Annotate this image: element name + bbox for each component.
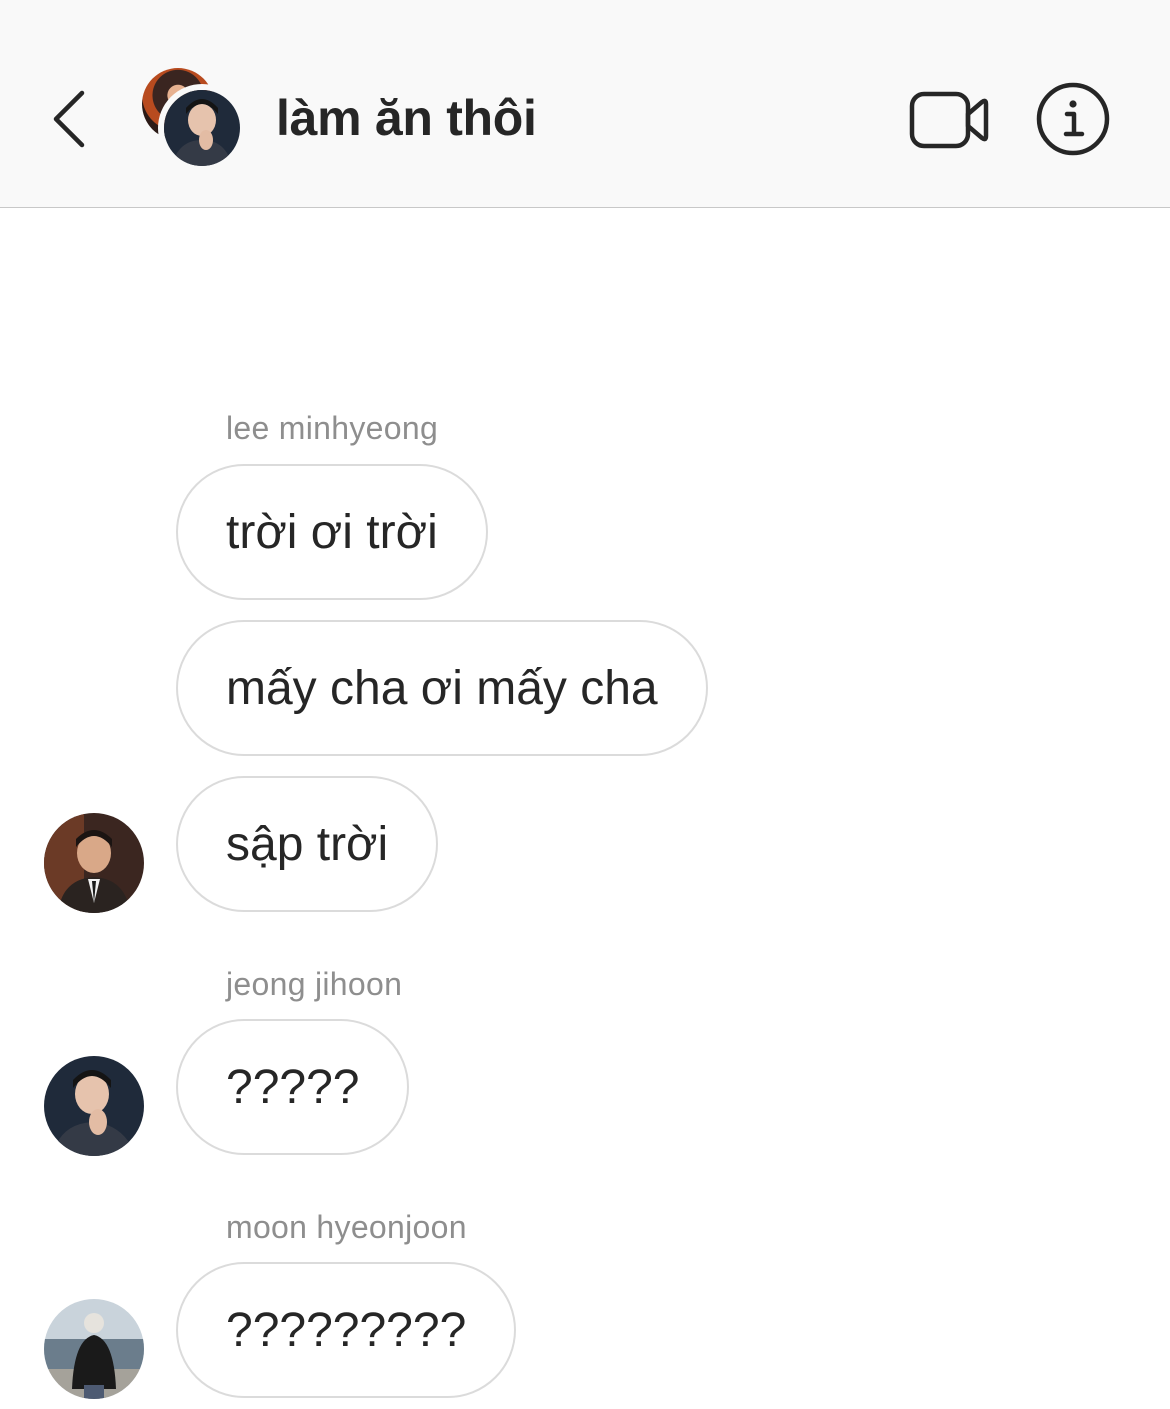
info-icon: [1036, 82, 1110, 156]
avatar[interactable]: [44, 1056, 144, 1156]
video-camera-icon: [909, 91, 989, 149]
chat-header: làm ăn thôi: [0, 0, 1170, 208]
sender-name: lee minhyeong: [226, 410, 439, 446]
sender-name: moon hyeonjoon: [226, 1209, 467, 1245]
avatar[interactable]: [44, 813, 144, 913]
avatar[interactable]: [44, 1299, 144, 1399]
group-avatar-front: [158, 84, 246, 172]
chevron-left-icon: [53, 90, 85, 148]
info-button[interactable]: [1034, 80, 1112, 158]
message-bubble[interactable]: ?????: [176, 1019, 410, 1155]
message-bubble[interactable]: sập trời: [176, 776, 439, 912]
message-bubble[interactable]: mấy cha ơi mấy cha: [176, 620, 708, 756]
message-bubble[interactable]: trời ơi trời: [176, 464, 488, 600]
back-button[interactable]: [44, 84, 100, 154]
message-bubble[interactable]: ?????????: [176, 1262, 517, 1398]
chat-title: làm ăn thôi: [276, 90, 537, 146]
video-call-button[interactable]: [906, 86, 992, 154]
sender-name: jeong jihoon: [226, 966, 403, 1002]
group-avatar[interactable]: [142, 68, 246, 172]
